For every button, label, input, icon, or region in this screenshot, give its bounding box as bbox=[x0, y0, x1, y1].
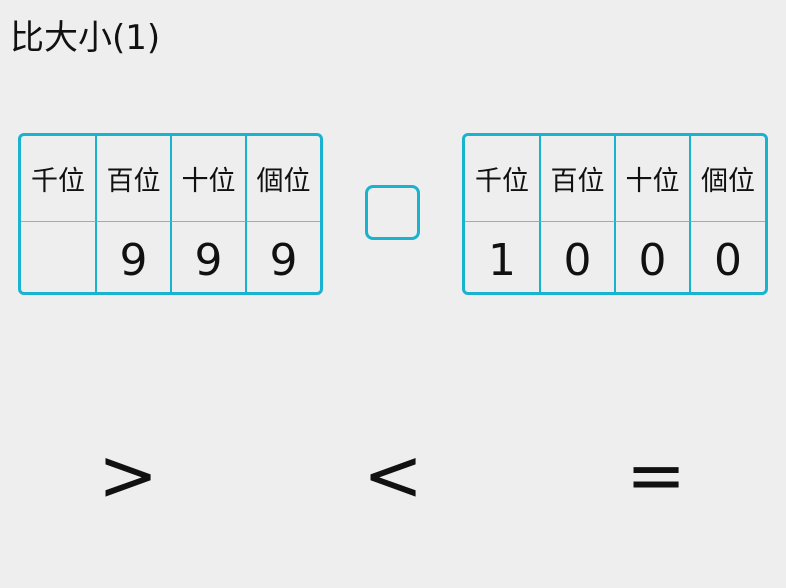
equal-choice[interactable]: = bbox=[596, 430, 716, 520]
right-digit-tens: 0 bbox=[616, 222, 691, 292]
right-digit-hundreds: 0 bbox=[541, 222, 616, 292]
answer-drop-box[interactable] bbox=[365, 185, 420, 240]
left-place-value-table: 千位 百位 十位 個位 9 9 9 bbox=[18, 133, 323, 295]
comparison-page: 比大小(1) 千位 百位 十位 個位 9 9 9 千位 百位 十位 個位 1 0… bbox=[0, 0, 786, 588]
left-digit-hundreds: 9 bbox=[97, 222, 172, 292]
right-place-value-table: 千位 百位 十位 個位 1 0 0 0 bbox=[462, 133, 768, 295]
left-digit-thousands bbox=[21, 222, 97, 292]
left-header-thousands: 千位 bbox=[21, 136, 97, 222]
page-title: 比大小(1) bbox=[10, 18, 161, 58]
right-header-hundreds: 百位 bbox=[541, 136, 616, 222]
right-header-tens: 十位 bbox=[616, 136, 691, 222]
left-digit-tens: 9 bbox=[172, 222, 247, 292]
less-than-choice[interactable]: < bbox=[333, 430, 453, 520]
left-header-ones: 個位 bbox=[247, 136, 320, 222]
left-header-hundreds: 百位 bbox=[97, 136, 172, 222]
right-digit-ones: 0 bbox=[714, 234, 742, 286]
left-digit-ones: 9 bbox=[269, 234, 298, 286]
right-header-thousands: 千位 bbox=[465, 136, 541, 222]
right-header-ones: 個位 bbox=[691, 136, 765, 222]
left-header-tens: 十位 bbox=[172, 136, 247, 222]
greater-than-choice[interactable]: > bbox=[68, 430, 188, 520]
right-digit-thousands: 1 bbox=[465, 222, 541, 292]
